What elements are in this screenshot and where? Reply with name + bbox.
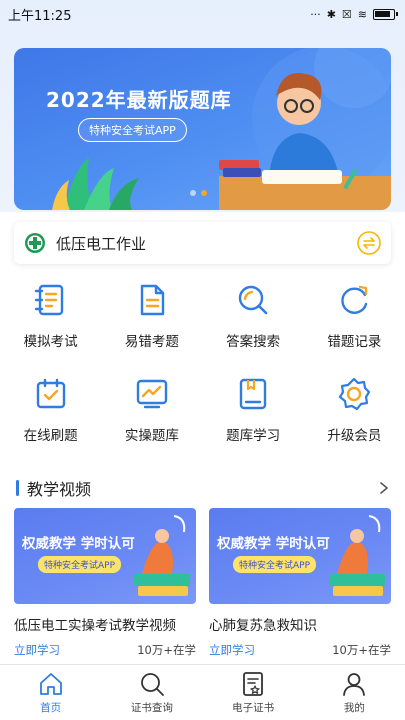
feature-error-record[interactable]: 错题记录 [304, 282, 405, 350]
tab-label: 我的 [343, 702, 365, 714]
status-bar: 上午11:25 ··· ✱ ☒ ≋ [0, 0, 405, 28]
tab-certificate-query[interactable]: 证书查询 [101, 665, 202, 720]
feature-practical-bank[interactable]: 实操题库 [101, 376, 202, 444]
tab-e-certificate[interactable]: 电子证书 [203, 665, 304, 720]
video-meta: 立即学习 10万+在学 [14, 642, 196, 658]
feature-mock-exam[interactable]: 模拟考试 [0, 282, 101, 350]
chevron-right-icon[interactable] [377, 481, 391, 495]
battery-icon [373, 8, 398, 20]
video-card[interactable]: 权威教学 学时认可 特种安全考试APP 低压电工实操考试教学视频 立即学习 10… [14, 508, 196, 658]
dots-icon: ··· [310, 7, 321, 21]
learn-now-link[interactable]: 立即学习 [209, 642, 255, 658]
thumbnail-badge: 特种安全考试APP [233, 556, 317, 573]
feature-label: 模拟考试 [23, 334, 78, 350]
banner-dot[interactable] [190, 190, 196, 196]
video-thumbnail[interactable]: 权威教学 学时认可 特种安全考试APP [14, 508, 196, 604]
video-card[interactable]: 权威教学 学时认可 特种安全考试APP 心肺复苏急救知识 立即学习 10万+在学 [209, 508, 391, 658]
feature-online-practice[interactable]: 在线刷题 [0, 376, 101, 444]
feature-label: 实操题库 [124, 428, 179, 444]
video-title[interactable]: 低压电工实操考试教学视频 [14, 614, 196, 634]
certificate-icon [243, 672, 264, 696]
learn-now-link[interactable]: 立即学习 [14, 642, 60, 658]
feature-error-questions[interactable]: 易错考题 [101, 282, 202, 350]
banner-pagination [190, 190, 207, 196]
video-section-header: 教学视频 [16, 477, 391, 499]
video-meta: 立即学习 10万+在学 [209, 642, 391, 658]
thumbnail-badge: 特种安全考试APP [38, 556, 122, 573]
feature-bank-study[interactable]: 题库学习 [203, 376, 304, 444]
banner-subtitle: 特种安全考试APP [78, 118, 187, 142]
thumbnail-title: 权威教学 学时认可 [217, 536, 330, 552]
safety-cross-icon [25, 233, 45, 253]
learner-count: 10万+在学 [332, 643, 391, 657]
category-selector[interactable]: 低压电工作业 [14, 222, 391, 264]
banner-illustration [52, 48, 391, 210]
user-icon [343, 673, 366, 696]
feature-label: 在线刷题 [23, 428, 78, 444]
error-doc-icon [140, 284, 165, 316]
video-title[interactable]: 心肺复苏急救知识 [209, 614, 391, 634]
promo-banner[interactable]: 2022年最新版题库 特种安全考试APP [14, 48, 391, 210]
video-thumbnail[interactable]: 权威教学 学时认可 特种安全考试APP [209, 508, 391, 604]
feature-label: 错题记录 [327, 334, 382, 350]
banner-dot-active[interactable] [201, 190, 207, 196]
feature-answer-search[interactable]: 答案搜索 [203, 282, 304, 350]
bottom-tab-bar: 首页 证书查询 电子证书 我的 [0, 664, 405, 720]
feature-label: 题库学习 [226, 428, 281, 444]
search-answer-icon [238, 285, 268, 315]
book-study-icon [239, 378, 267, 410]
exam-doc-icon [34, 284, 63, 316]
tab-home[interactable]: 首页 [0, 665, 101, 720]
status-time: 上午11:25 [8, 8, 72, 24]
tab-label: 首页 [40, 702, 62, 714]
tab-label: 证书查询 [130, 702, 173, 714]
status-icons: ··· ✱ ☒ ≋ [310, 7, 398, 21]
wifi-icon: ≋ [357, 7, 367, 21]
sim-icon: ☒ [341, 7, 352, 21]
gear-member-icon [339, 377, 371, 411]
feature-label: 答案搜索 [226, 334, 281, 350]
category-label: 低压电工作业 [56, 234, 147, 253]
feature-grid: 模拟考试 易错考题 答案搜索 错题记录 在线刷题 实操题库 题库学习 升级会员 [0, 282, 405, 444]
feature-upgrade-member[interactable]: 升级会员 [304, 376, 405, 444]
swap-icon[interactable] [357, 231, 381, 255]
tab-label: 电子证书 [232, 702, 275, 714]
calendar-check-icon [36, 378, 65, 409]
feature-label: 易错考题 [124, 334, 179, 350]
record-refresh-icon [341, 285, 368, 314]
section-title: 教学视频 [27, 480, 92, 499]
section-accent-bar [16, 480, 19, 496]
learner-count: 10万+在学 [137, 643, 196, 657]
chart-board-icon [136, 379, 168, 409]
feature-label: 升级会员 [327, 428, 382, 444]
banner-title: 2022年最新版题库 [46, 88, 232, 112]
search-icon [140, 673, 164, 696]
video-list: 权威教学 学时认可 特种安全考试APP 低压电工实操考试教学视频 立即学习 10… [14, 508, 391, 658]
thumbnail-title: 权威教学 学时认可 [22, 536, 135, 552]
bluetooth-icon: ✱ [326, 7, 336, 21]
home-icon [39, 673, 62, 695]
tab-mine[interactable]: 我的 [304, 665, 405, 720]
